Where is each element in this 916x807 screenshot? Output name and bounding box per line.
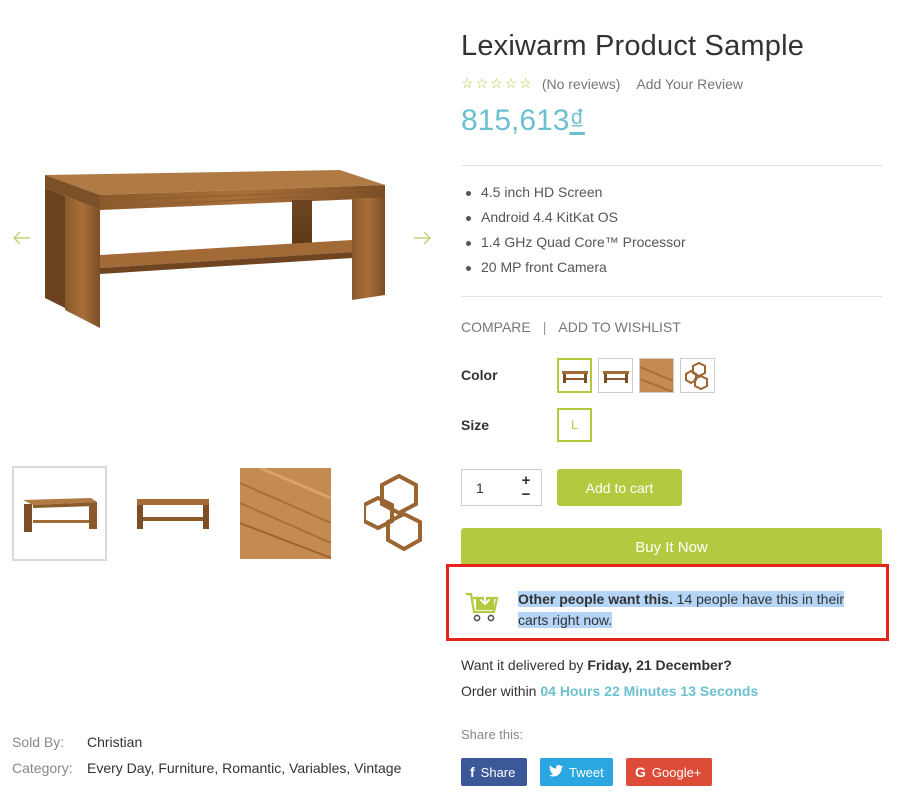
product-title: Lexiwarm Product Sample [461,30,805,62]
thumbnail-3[interactable] [238,466,333,561]
thumbnail-1[interactable] [12,466,107,561]
rating-stars: ☆ ☆ ☆ ☆ ☆ [461,75,532,92]
divider [461,296,882,297]
feature-item: 1.4 GHz Quad Core™ Processor [461,230,686,255]
share-label: Share this: [461,727,524,742]
facebook-share-label: Share [480,764,516,780]
color-swatches [557,358,715,393]
thumbnail-2[interactable] [125,466,220,561]
product-meta: Sold By: Christian Category: Every Day, … [12,729,401,781]
buy-it-now-button[interactable]: Buy It Now [461,528,882,567]
category-value: Every Day, Furniture, Romantic, Variable… [87,760,402,776]
add-to-cart-button[interactable]: Add to cart [557,469,682,506]
action-separator: | [542,319,547,335]
star-icon: ☆ [490,75,503,91]
color-label: Color [461,367,498,383]
delivery-info: Want it delivered by Friday, 21 December… [461,652,758,704]
facebook-icon: f [470,764,475,780]
delivery-prefix: Want it delivered by [461,657,588,673]
size-option-l[interactable]: L [557,408,592,442]
thumbnail-4[interactable] [351,466,446,561]
twitter-share-label: Tweet [569,764,604,780]
size-label: Size [461,417,490,433]
twitter-share-button[interactable]: Tweet [540,758,613,786]
shopping-cart-icon [464,588,500,624]
order-within-label: Order within [461,683,537,699]
review-count: (No reviews) [541,75,621,92]
compare-link[interactable]: COMPARE [461,319,531,335]
product-price: 815,613₫ [461,104,585,138]
countdown-minutes: 22 Minutes [604,683,677,699]
divider [461,165,882,166]
quantity-input[interactable] [462,470,512,505]
decrement-button[interactable]: − [522,487,531,502]
quantity-stepper: + − [461,469,542,506]
google-share-label: Google+ [651,764,702,780]
feature-list: 4.5 inch HD Screen Android 4.4 KitKat OS… [461,180,686,280]
twitter-icon [549,764,563,780]
color-swatch-3[interactable] [639,358,674,393]
quantity-steps: + − [512,470,540,505]
star-icon: ☆ [461,75,474,91]
star-icon: ☆ [519,75,532,91]
product-actions: COMPARE | ADD TO WISHLIST [461,319,681,335]
star-icon: ☆ [504,75,518,91]
feature-item: 20 MP front Camera [461,255,686,280]
next-arrow-icon[interactable] [410,226,434,250]
urgency-message: Other people want this. 14 people have t… [518,589,873,631]
delivery-date: Friday, 21 December? [587,657,732,673]
urgency-bold: Other people want this. [518,591,673,607]
sold-by-label: Sold By: [12,734,65,750]
product-main-image [40,160,390,335]
google-icon: G [635,764,646,780]
color-swatch-1[interactable] [557,358,592,393]
facebook-share-button[interactable]: f Share [461,758,527,786]
add-review-link[interactable]: Add Your Review [636,76,743,92]
price-amount: 815,613 [461,104,570,137]
countdown-hours: 04 Hours [540,683,601,699]
prev-arrow-icon[interactable] [10,226,34,250]
color-swatch-2[interactable] [598,358,633,393]
google-plus-share-button[interactable]: G Google+ [626,758,712,786]
feature-item: 4.5 inch HD Screen [461,180,686,205]
rating-row: ☆ ☆ ☆ ☆ ☆ (No reviews) Add Your Review [461,75,743,92]
thumbnail-strip [12,466,446,561]
share-buttons: f Share Tweet G Google+ [461,758,712,786]
countdown-seconds: 13 Seconds [680,683,759,699]
sold-by-value: Christian [87,734,143,750]
category-label: Category: [12,760,73,776]
feature-item: Android 4.4 KitKat OS [461,205,686,230]
price-currency: ₫ [569,104,585,137]
star-icon: ☆ [475,75,489,91]
color-swatch-4[interactable] [680,358,715,393]
add-to-wishlist-link[interactable]: ADD TO WISHLIST [558,319,680,335]
